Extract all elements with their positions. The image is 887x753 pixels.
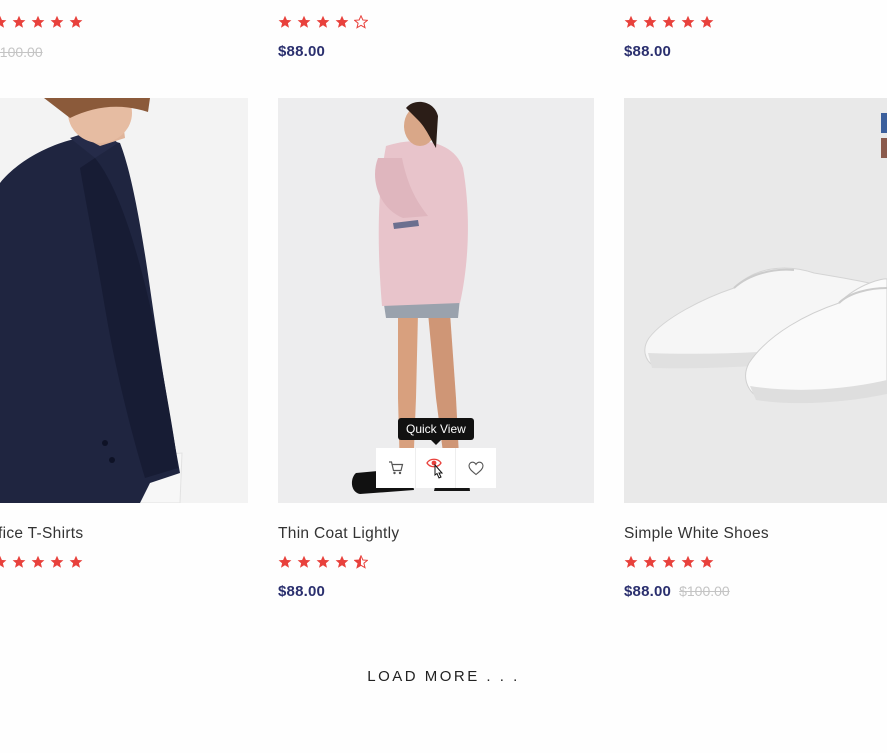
product-rating-coat [278,554,368,570]
star-full-icon [0,555,7,568]
man-navy-shirt-image [0,98,248,503]
star-full-icon [624,555,638,568]
star-full-icon [335,555,349,568]
heart-icon [468,461,484,475]
price: $88.00 [278,43,326,60]
star-full-icon [297,555,311,568]
top-rating-right [624,14,714,30]
star-full-icon [700,555,714,568]
star-full-icon [297,15,311,28]
star-full-icon [12,555,26,568]
wishlist-button[interactable] [456,448,496,488]
price: $88.00 [624,43,672,60]
top-price-left: $100.00 [0,44,43,60]
star-full-icon [681,555,695,568]
star-full-icon [643,555,657,568]
star-full-icon [50,15,64,28]
star-empty-icon [354,15,368,29]
star-full-icon [0,15,7,28]
add-to-cart-button[interactable] [376,448,416,488]
product-image-shirt[interactable] [0,98,248,503]
star-full-icon [643,15,657,28]
star-full-icon [31,15,45,28]
star-full-icon [31,555,45,568]
white-sneakers-image [624,98,887,503]
star-full-icon [316,555,330,568]
top-price-right: $88.00 [624,43,671,60]
star-full-icon [624,15,638,28]
star-full-icon [69,15,83,28]
quick-view-tooltip: Quick View [398,418,474,445]
product-price-coat: $88.00 [278,583,325,600]
product-rating-shirt [0,554,83,570]
price: $88.00 [278,583,326,600]
star-full-icon [50,555,64,568]
product-price-shoes: $88.00 $100.00 [624,583,730,600]
star-full-icon [69,555,83,568]
top-rating-left [0,14,83,30]
product-title-coat[interactable]: Thin Coat Lightly [278,525,399,543]
price: $88.00 [624,583,672,600]
top-price-middle: $88.00 [278,43,325,60]
star-full-icon [278,15,292,28]
old-price: $100.00 [679,583,730,599]
star-full-icon [700,15,714,28]
star-half-icon [354,555,368,569]
star-full-icon [662,15,676,28]
star-full-icon [681,15,695,28]
product-actions [376,448,496,488]
star-full-icon [278,555,292,568]
load-more-button[interactable]: LOAD MORE . . . [0,668,887,685]
color-swatch-blue[interactable] [881,113,887,133]
product-title-shirt[interactable]: fice T-Shirts [0,525,83,543]
color-swatch-brown[interactable] [881,138,887,158]
star-full-icon [12,15,26,28]
old-price: $100.00 [0,44,43,60]
star-full-icon [662,555,676,568]
quick-view-button[interactable] [416,448,456,488]
eye-icon [425,458,443,479]
product-rating-shoes [624,554,714,570]
top-rating-middle [278,14,368,30]
star-full-icon [335,15,349,28]
star-full-icon [316,15,330,28]
product-image-shoes[interactable] [624,98,887,503]
product-title-shoes[interactable]: Simple White Shoes [624,525,769,543]
cart-icon [388,461,403,475]
